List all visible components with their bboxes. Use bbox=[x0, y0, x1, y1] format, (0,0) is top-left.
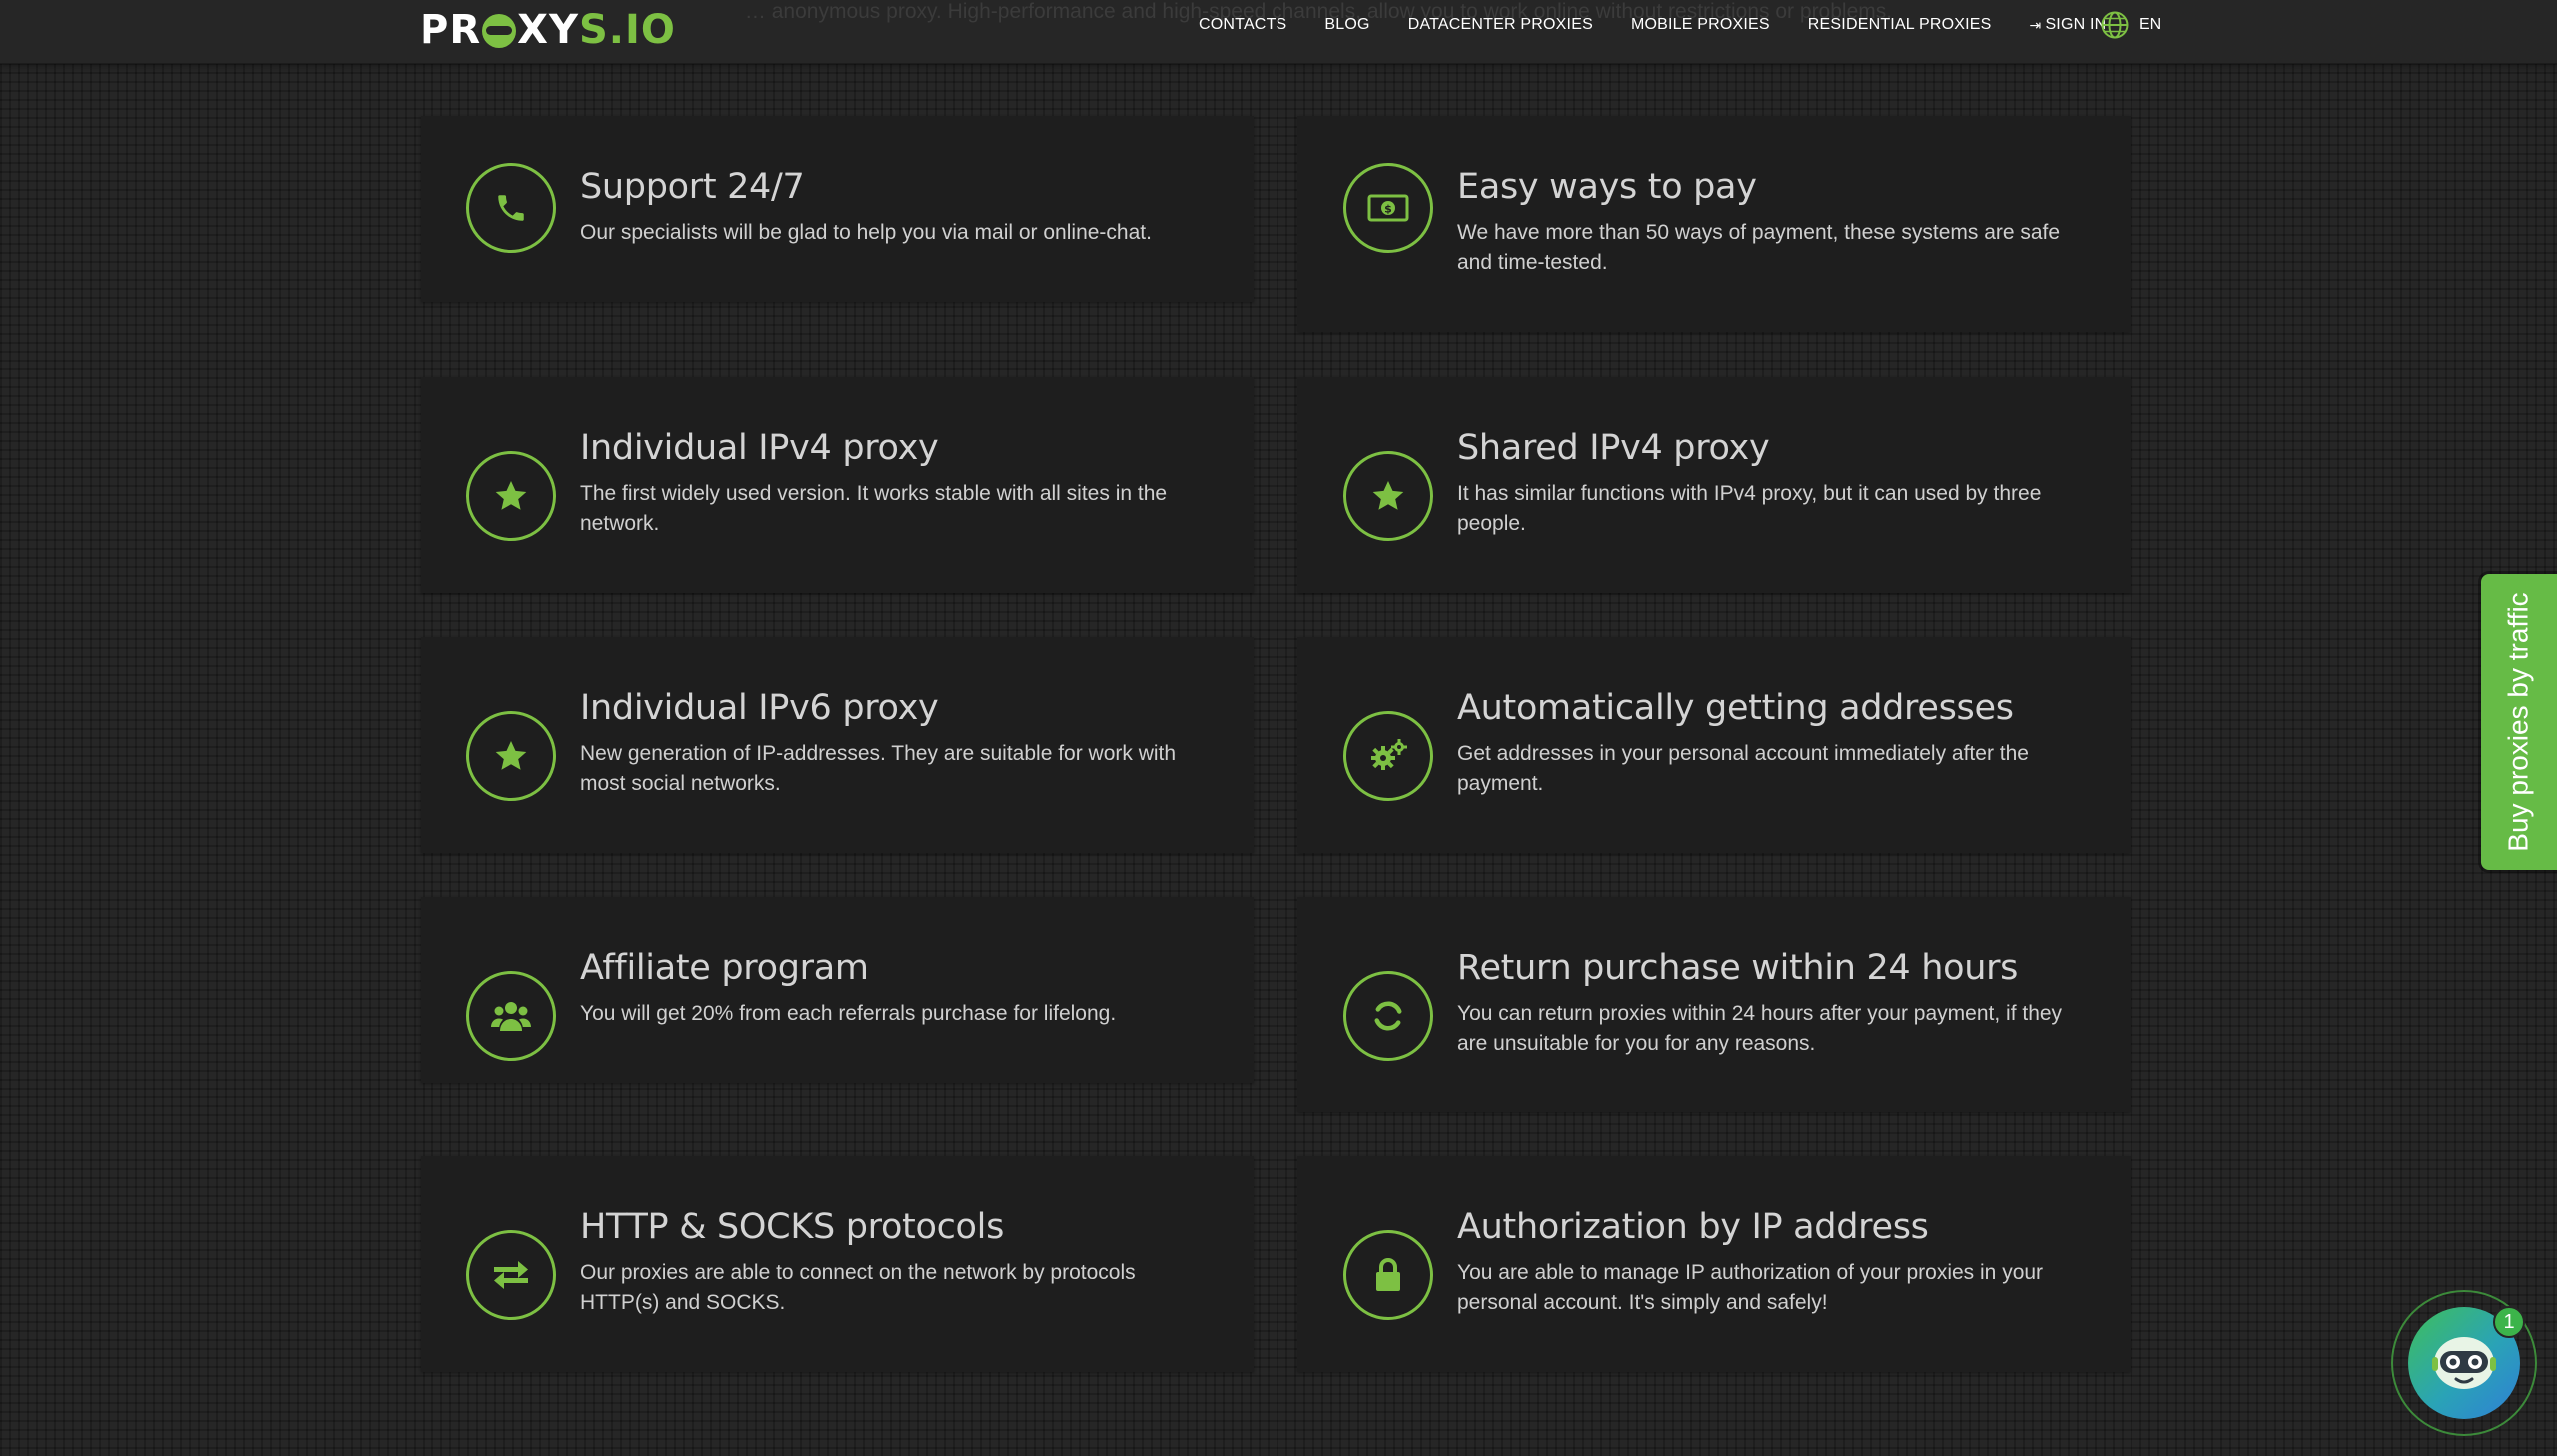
feature-card: Return purchase within 24 hours You can … bbox=[1297, 897, 2131, 1112]
main-nav: CONTACTS BLOG DATACENTER PROXIES MOBILE … bbox=[1199, 0, 2143, 50]
feature-description: You are able to manage IP authorization … bbox=[1457, 1261, 2044, 1314]
chat-bot-button[interactable]: 1 bbox=[2391, 1290, 2537, 1436]
feature-description: New generation of IP-addresses. They are… bbox=[580, 742, 1177, 795]
feature-card: Support 24/7 Our specialists will be gla… bbox=[421, 116, 1254, 302]
feature-description: Get addresses in your personal account i… bbox=[1457, 742, 2029, 795]
side-tab-label: Buy proxies by traffic bbox=[2503, 592, 2534, 852]
feature-card: Authorization by IP address You are able… bbox=[1297, 1156, 2131, 1372]
money-icon: $ bbox=[1343, 163, 1433, 253]
users-icon bbox=[466, 971, 556, 1061]
robot-icon bbox=[2432, 1337, 2496, 1389]
refresh-icon bbox=[1343, 971, 1433, 1061]
feature-description: Our specialists will be glad to help you… bbox=[580, 221, 1152, 244]
notification-badge: 1 bbox=[2493, 1306, 2525, 1338]
feature-description: You will get 20% from each referrals pur… bbox=[580, 1002, 1117, 1025]
nav-residential-proxies[interactable]: RESIDENTIAL PROXIES bbox=[1808, 16, 1992, 34]
nav-datacenter-proxies[interactable]: DATACENTER PROXIES bbox=[1408, 16, 1593, 34]
feature-description: It has similar functions with IPv4 proxy… bbox=[1457, 482, 2042, 535]
feature-title: Automatically getting addresses bbox=[1457, 688, 2014, 728]
feature-card: Shared IPv4 proxy It has similar functio… bbox=[1297, 377, 2131, 593]
language-switcher[interactable]: EN bbox=[2100, 10, 2161, 40]
svg-text:$: $ bbox=[1384, 203, 1392, 216]
feature-title: Authorization by IP address bbox=[1457, 1207, 1929, 1247]
feature-title: Shared IPv4 proxy bbox=[1457, 428, 1770, 468]
logo-mark-icon bbox=[482, 14, 517, 48]
phone-icon bbox=[466, 163, 556, 253]
nav-mobile-proxies[interactable]: MOBILE PROXIES bbox=[1631, 16, 1770, 34]
exchange-icon bbox=[466, 1230, 556, 1320]
star-icon bbox=[466, 711, 556, 801]
feature-title: HTTP & SOCKS protocols bbox=[580, 1207, 1005, 1247]
feature-description: We have more than 50 ways of payment, th… bbox=[1457, 221, 2061, 274]
top-header: … anonymous proxy. High-performance and … bbox=[0, 0, 2557, 64]
feature-card: Affiliate program You will get 20% from … bbox=[421, 897, 1254, 1083]
feature-card: Individual IPv6 proxy New generation of … bbox=[421, 637, 1254, 853]
feature-card: HTTP & SOCKS protocols Our proxies are a… bbox=[421, 1156, 1254, 1372]
gears-icon bbox=[1343, 711, 1433, 801]
nav-blog[interactable]: BLOG bbox=[1324, 16, 1369, 34]
feature-card: Automatically getting addresses Get addr… bbox=[1297, 637, 2131, 853]
feature-title: Easy ways to pay bbox=[1457, 167, 1757, 207]
buy-proxies-by-traffic-tab[interactable]: Buy proxies by traffic bbox=[2481, 574, 2557, 870]
nav-sign-in[interactable]: ⇥ SIGN IN bbox=[2030, 16, 2107, 34]
feature-title: Individual IPv4 proxy bbox=[580, 428, 939, 468]
star-icon bbox=[1343, 451, 1433, 541]
lock-icon bbox=[1343, 1230, 1433, 1320]
star-icon bbox=[466, 451, 556, 541]
feature-title: Return purchase within 24 hours bbox=[1457, 948, 2019, 988]
feature-title: Support 24/7 bbox=[580, 167, 805, 207]
feature-title: Affiliate program bbox=[580, 948, 869, 988]
feature-description: Our proxies are able to connect on the n… bbox=[580, 1261, 1136, 1314]
feature-card: $ Easy ways to pay We have more than 50 … bbox=[1297, 116, 2131, 332]
feature-title: Individual IPv6 proxy bbox=[580, 688, 939, 728]
language-label: EN bbox=[2139, 16, 2162, 33]
feature-description: The first widely used version. It works … bbox=[580, 482, 1168, 535]
feature-card: Individual IPv4 proxy The first widely u… bbox=[421, 377, 1254, 593]
globe-icon bbox=[2101, 11, 2129, 39]
proxys-logo[interactable]: PR XY S.IO bbox=[420, 6, 676, 54]
feature-description: You can return proxies within 24 hours a… bbox=[1457, 1002, 2063, 1055]
sign-in-icon: ⇥ bbox=[2029, 16, 2042, 33]
nav-contacts[interactable]: CONTACTS bbox=[1199, 16, 1286, 34]
